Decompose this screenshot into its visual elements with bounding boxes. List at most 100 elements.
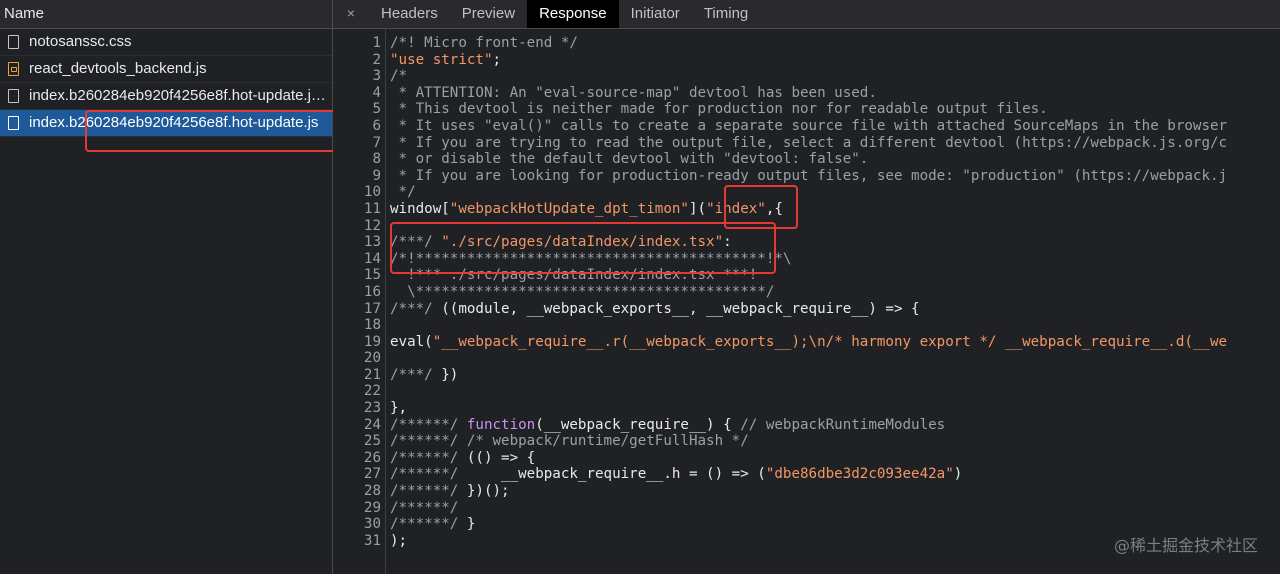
code-token: ) [953, 466, 963, 483]
line-number: 16 [363, 283, 381, 300]
code-token: * ATTENTION: An "eval-source-map" devtoo… [390, 84, 877, 101]
code-line: /******/ __webpack_require__.h = () => (… [390, 466, 1280, 483]
file-icon [8, 116, 19, 130]
code-line: /*! Micro front-end */ [390, 35, 1280, 52]
watermark-text: @稀土掘金技术社区 [1113, 536, 1258, 555]
line-number: 31 [363, 532, 381, 549]
code-line: * If you are trying to read the output f… [390, 135, 1280, 152]
line-number: 12 [363, 217, 381, 234]
code-token: \***************************************… [390, 283, 775, 300]
file-row[interactable]: react_devtools_backend.js [0, 56, 332, 83]
line-number: 29 [363, 499, 381, 516]
code-token: * It uses "eval()" calls to create a sep… [390, 117, 1228, 134]
line-number: 25 [363, 433, 381, 450]
code-line: }, [390, 400, 1280, 417]
line-number: 15 [363, 267, 381, 284]
line-number: 14 [363, 250, 381, 267]
line-number: 30 [363, 516, 381, 533]
line-number: 6 [372, 117, 381, 134]
code-token: "dbe86dbe3d2c093ee42a" [765, 466, 954, 483]
code-token: (__webpack_require__) { [535, 416, 741, 433]
tab-headers[interactable]: Headers [369, 0, 450, 28]
line-number: 27 [363, 466, 381, 483]
network-request-list: Name notosanssc.css react_devtools_backen… [0, 0, 349, 574]
response-panel: × Headers Preview Response Initiator Timing … [333, 0, 1280, 574]
code-token: eval( [390, 333, 433, 350]
code-token: }) [441, 366, 459, 383]
code-line: /***/ ((module, __webpack_exports__, __w… [390, 301, 1280, 318]
code-token: /******/ /* webpack/runtime/getFullHash … [390, 433, 749, 450]
tab-preview[interactable]: Preview [450, 0, 527, 28]
name-column-header[interactable]: Name [0, 0, 332, 29]
code-token: /******/ [390, 416, 467, 433]
code-token: (() => { [466, 449, 536, 466]
line-number: 17 [363, 300, 381, 317]
code-line: /******/ })(); [390, 483, 1280, 500]
code-line: */ [390, 184, 1280, 201]
code-line: /***/ }) [390, 367, 1280, 384]
code-line: /* [390, 68, 1280, 85]
line-number: 23 [363, 400, 381, 417]
gutter-divider [385, 29, 386, 574]
tab-initiator[interactable]: Initiator [619, 0, 692, 28]
code-token: ; [492, 51, 502, 68]
code-line: * If you are looking for production-read… [390, 168, 1280, 185]
code-token: /******/ [390, 483, 467, 500]
file-icon [8, 89, 19, 103]
line-number: 28 [363, 483, 381, 500]
code-token: window[ [390, 200, 450, 217]
response-code-view[interactable]: 1 2 3 4 5 6 7 8 9 10 11 12 13 14 15 16 17 18 19 20 21 22 23 24 2… [333, 29, 1280, 574]
code-token: */ [390, 184, 416, 201]
code-token: __webpack_require__.h = () => ( [466, 466, 766, 483]
code-token: * If you are trying to read the output f… [390, 134, 1228, 151]
code-line: * or disable the default devtool with "d… [390, 151, 1280, 168]
code-line: /******/ } [390, 516, 1280, 533]
code-token: "use strict" [390, 51, 493, 68]
line-number: 20 [363, 350, 381, 367]
code-token: ((module, __webpack_exports__, __webpack… [441, 300, 920, 317]
line-number: 9 [372, 167, 381, 184]
code-line: \***************************************… [390, 284, 1280, 301]
code-line: eval("__webpack_require__.r(__webpack_ex… [390, 334, 1280, 351]
code-token: }, [390, 400, 408, 417]
line-number: 4 [372, 84, 381, 101]
code-token: function [466, 416, 536, 433]
line-number: 3 [372, 68, 381, 85]
code-token: /******/ [390, 466, 467, 483]
line-number-gutter: 1 2 3 4 5 6 7 8 9 10 11 12 13 14 15 16 17 18 19 20 21 22 23 24 2… [333, 35, 385, 549]
code-line: * It uses "eval()" calls to create a sep… [390, 118, 1280, 135]
code-token: /*! Micro front-end */ [390, 35, 578, 51]
line-number: 7 [372, 134, 381, 151]
highlight-box-module-path [390, 222, 776, 274]
close-icon[interactable]: × [333, 0, 369, 28]
tab-timing[interactable]: Timing [692, 0, 760, 28]
file-row[interactable]: index.b260284eb920f4256e8f.hot-update.js… [0, 83, 332, 110]
file-row[interactable]: notosanssc.css [0, 29, 332, 56]
code-lines: /*! Micro front-end */"use strict"; /* * … [390, 35, 1280, 549]
file-name: index.b260284eb920f4256e8f.hot-update.js… [29, 87, 326, 104]
js-file-icon [8, 62, 19, 76]
code-token: "webpackHotUpdate_dpt_timon" [449, 200, 689, 217]
code-token: * This devtool is neither made for produ… [390, 101, 1048, 118]
line-number: 26 [363, 449, 381, 466]
line-number: 24 [363, 416, 381, 433]
code-token: /* [390, 68, 408, 85]
line-number: 5 [372, 101, 381, 118]
line-number: 18 [363, 317, 381, 334]
line-number: 10 [363, 184, 381, 201]
line-number: 21 [363, 366, 381, 383]
code-token: // webpackRuntimeModules [740, 416, 946, 433]
tab-response[interactable]: Response [527, 0, 619, 28]
code-token: /***/ [390, 300, 442, 317]
code-token: /******/ [390, 449, 467, 466]
code-line: * This devtool is neither made for produ… [390, 101, 1280, 118]
code-token: * If you are looking for production-read… [390, 167, 1228, 184]
line-number: 1 [372, 35, 381, 51]
line-number: 13 [363, 234, 381, 251]
line-number: 11 [363, 200, 381, 217]
code-line: /******/ function(__webpack_require__) {… [390, 417, 1280, 434]
code-token: ); [390, 532, 408, 549]
code-token: /******/ [390, 516, 467, 533]
